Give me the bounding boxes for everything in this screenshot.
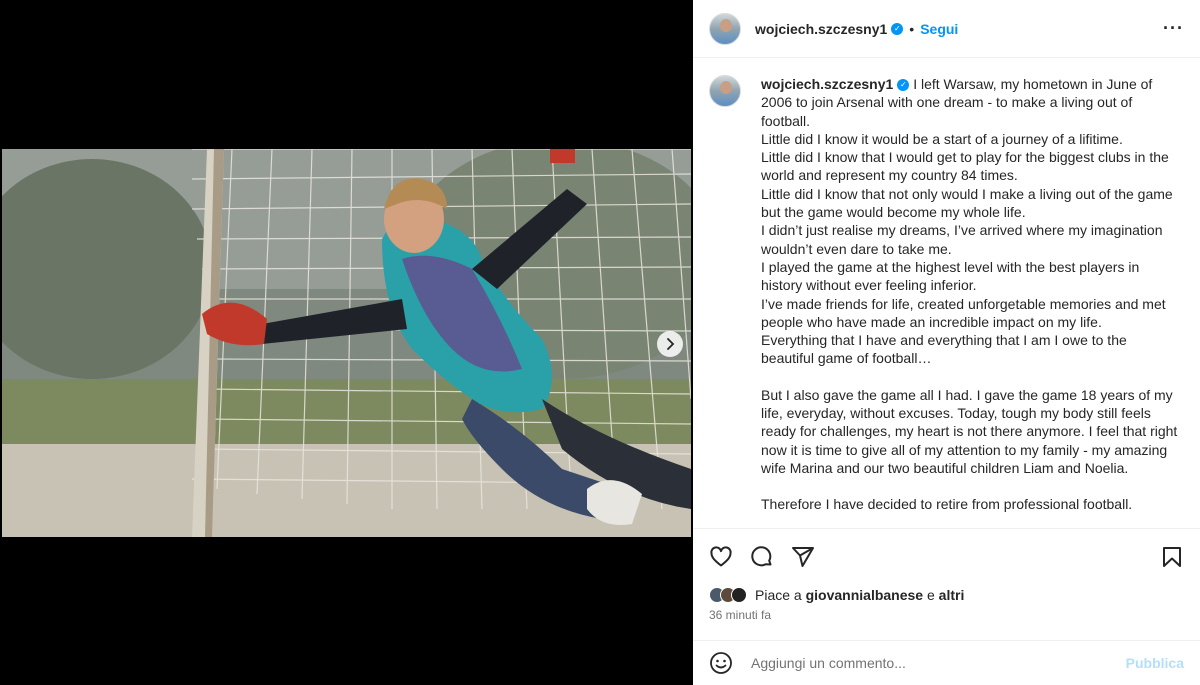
caption-paragraph: I played the game at the highest level w… (761, 258, 1140, 294)
likes-prefix: Piace a (755, 587, 802, 603)
author-avatar[interactable] (709, 12, 741, 45)
likes-conj: e (926, 587, 935, 603)
caption-paragraph: But I also gave the game all I had. I ga… (761, 386, 1178, 476)
post-photo[interactable] (2, 149, 691, 537)
comment-icon (751, 545, 772, 566)
save-button[interactable] (1158, 543, 1186, 571)
liker-avatars[interactable] (709, 587, 747, 603)
like-button[interactable] (707, 543, 735, 571)
post-side-panel: wojciech.szczesny1 ✓ • Segui ··· wojciec… (693, 0, 1200, 685)
caption-username[interactable]: wojciech.szczesny1 (761, 76, 893, 92)
liker-avatar (731, 587, 747, 603)
caption-paragraph: Therefore I have decided to retire from … (761, 496, 1133, 513)
verified-icon: ✓ (897, 79, 910, 92)
heart-icon (710, 545, 732, 566)
likes-row: Piace a giovannialbanese e altri (709, 584, 964, 606)
caption-text: wojciech.szczesny1 ✓ I left Warsaw, my ho… (761, 75, 1181, 514)
more-options-button[interactable]: ··· (1163, 18, 1184, 39)
likes-others-link[interactable]: altri (939, 587, 965, 603)
caption-row: wojciech.szczesny1 ✓ I left Warsaw, my ho… (709, 75, 1184, 514)
caption-gap (761, 368, 1181, 386)
caption-paragraph: I didn’t just realise my dreams, I’ve ar… (761, 222, 1163, 257)
publish-button[interactable]: Pubblica (1126, 655, 1184, 671)
emoji-icon[interactable] (709, 651, 733, 675)
liker-username[interactable]: giovannialbanese (806, 587, 923, 603)
author-username[interactable]: wojciech.szczesny1 (755, 21, 887, 37)
caption-gap (761, 477, 1181, 495)
post-media (0, 0, 693, 685)
share-button[interactable] (789, 543, 817, 571)
header-separator: • (909, 20, 915, 37)
verified-icon: ✓ (891, 22, 904, 35)
caption-paragraph: I’ve made friends for life, created unfo… (761, 295, 1166, 330)
comment-button[interactable] (748, 543, 776, 571)
bookmark-icon (1163, 546, 1181, 567)
caption-author-avatar[interactable] (709, 75, 741, 107)
caption-paragraph: Little did I know it would be a start of… (761, 130, 1123, 147)
caption-paragraph: Little did I know that I would get to pl… (761, 149, 1169, 184)
comment-bar: Pubblica (693, 640, 1200, 685)
post-timestamp[interactable]: 36 minuti fa (709, 608, 771, 622)
action-bar (693, 528, 1200, 584)
caption-scroll-area[interactable]: wojciech.szczesny1 ✓ I left Warsaw, my ho… (693, 58, 1200, 528)
share-icon (792, 546, 814, 567)
caption-paragraph: Everything that I have and everything th… (761, 332, 1127, 367)
next-slide-button[interactable] (657, 331, 683, 357)
post-header: wojciech.szczesny1 ✓ • Segui ··· (693, 0, 1200, 58)
goalkeeper-photo (2, 149, 691, 537)
instagram-post-modal: wojciech.szczesny1 ✓ • Segui ··· wojciec… (0, 0, 1200, 685)
follow-button[interactable]: Segui (920, 21, 958, 37)
chevron-right-icon (667, 338, 675, 350)
comment-input[interactable] (751, 655, 1126, 671)
caption-paragraph: Little did I know that not only would I … (761, 185, 1173, 221)
